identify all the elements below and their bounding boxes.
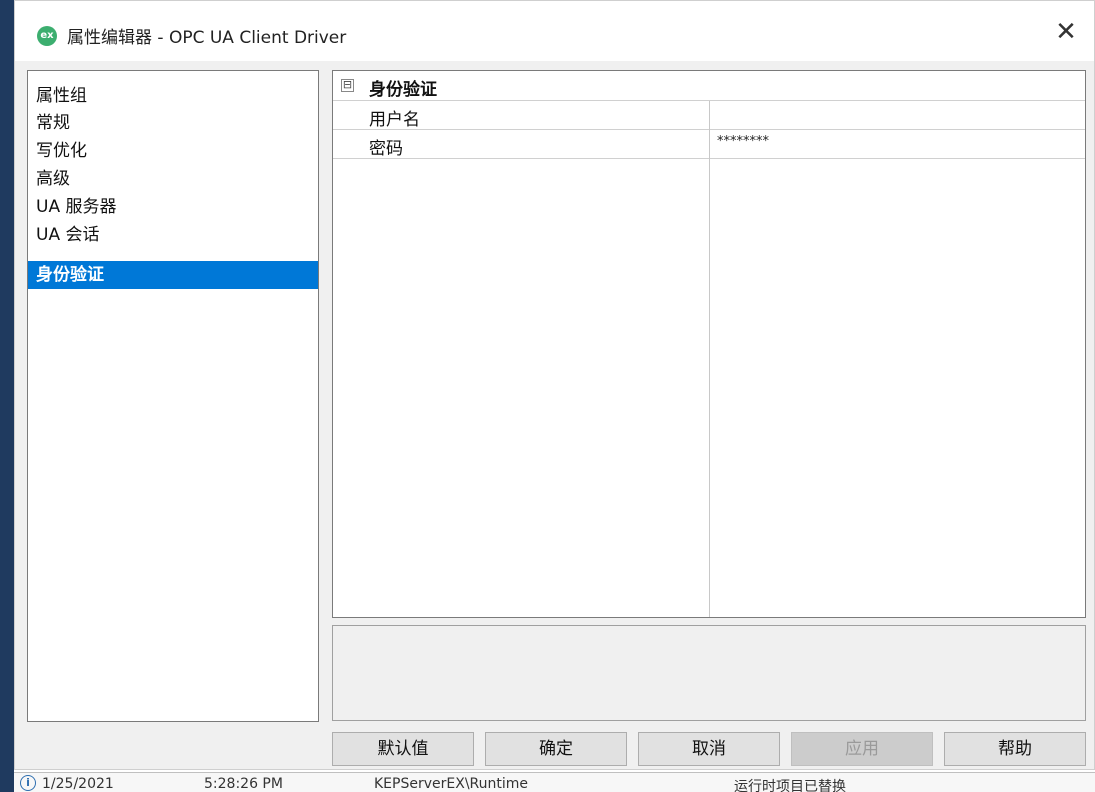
property-grid: ⊟ 身份验证 用户名 密码 ******** xyxy=(332,70,1086,618)
collapse-icon[interactable]: ⊟ xyxy=(341,79,354,92)
group-item-ua-server[interactable]: UA 服务器 xyxy=(28,193,318,221)
background-status-bar: i 1/25/2021 5:28:26 PM KEPServerEX\Runti… xyxy=(14,772,1095,792)
group-item-advanced[interactable]: 高级 xyxy=(28,165,318,193)
default-button[interactable]: 默认值 xyxy=(332,732,474,766)
description-pane xyxy=(332,625,1086,721)
group-item-authentication[interactable]: 身份验证 xyxy=(28,261,318,289)
group-item-write-optimization[interactable]: 写优化 xyxy=(28,137,318,165)
info-icon: i xyxy=(20,775,36,791)
ex-app-icon: ex xyxy=(37,26,57,46)
status-date: 1/25/2021 xyxy=(42,776,114,792)
password-value[interactable]: ******** xyxy=(717,134,769,149)
category-label: 身份验证 xyxy=(369,80,437,100)
background-app-strip xyxy=(0,0,14,792)
category-row-authentication[interactable]: ⊟ 身份验证 xyxy=(333,71,1085,101)
apply-button[interactable]: 应用 xyxy=(791,732,933,766)
window-title: 属性编辑器 - OPC UA Client Driver xyxy=(67,28,347,48)
group-item-general[interactable]: 常规 xyxy=(28,109,318,137)
property-group-list: 属性组 常规 写优化 高级 UA 服务器 UA 会话 身份验证 xyxy=(27,70,319,722)
help-button[interactable]: 帮助 xyxy=(944,732,1086,766)
cancel-button[interactable]: 取消 xyxy=(638,732,780,766)
status-source: KEPServerEX\Runtime xyxy=(374,776,529,792)
grid-column-divider[interactable] xyxy=(709,101,710,617)
close-icon[interactable]: ✕ xyxy=(1050,17,1082,49)
ok-button[interactable]: 确定 xyxy=(485,732,627,766)
title-bar[interactable]: ex 属性编辑器 - OPC UA Client Driver ✕ xyxy=(15,1,1094,61)
property-name: 密码 xyxy=(369,139,403,159)
property-name: 用户名 xyxy=(369,110,420,130)
status-time: 5:28:26 PM xyxy=(204,776,283,792)
property-editor-dialog: ex 属性编辑器 - OPC UA Client Driver ✕ 属性组 常规… xyxy=(14,0,1095,770)
status-message: 运行时项目已替换 xyxy=(734,779,846,792)
group-item-ua-session[interactable]: UA 会话 xyxy=(28,221,318,249)
property-group-header: 属性组 xyxy=(36,86,87,106)
